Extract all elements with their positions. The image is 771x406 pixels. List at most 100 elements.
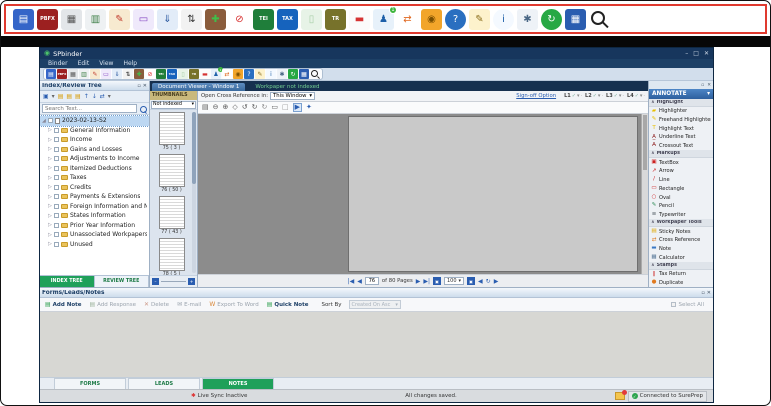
- tree-item[interactable]: ▷ Itemized Deductions: [40, 164, 149, 174]
- tab-forms[interactable]: FORMS: [54, 378, 126, 389]
- checkbox[interactable]: [54, 184, 59, 190]
- fit-width-icon[interactable]: □: [282, 104, 289, 111]
- move-up-icon[interactable]: ↑: [84, 93, 89, 100]
- add-response-button[interactable]: ▤ Add Response: [89, 301, 135, 308]
- menu-item[interactable]: Help: [123, 60, 137, 67]
- signoff-level[interactable]: L4 ✓ ▾ ·: [627, 93, 645, 99]
- tree-item[interactable]: ▷ Credits: [40, 183, 149, 193]
- move-down-icon[interactable]: ↓: [92, 93, 97, 100]
- pbfx-export-icon[interactable]: PBFX: [57, 69, 67, 79]
- checkbox[interactable]: [54, 203, 59, 209]
- annotate-row[interactable]: ∧ / Line: [649, 176, 713, 185]
- annotate-row[interactable]: ∧ ✎ Pencil: [649, 202, 713, 211]
- tab-index-tree[interactable]: INDEX TREE: [40, 276, 95, 287]
- reorder-pages-icon[interactable]: ⇅: [123, 69, 133, 79]
- checkbox[interactable]: [54, 222, 59, 228]
- rotate-right-icon[interactable]: ↻: [252, 104, 258, 111]
- folder-icon[interactable]: ▤: [75, 93, 81, 100]
- tree-item[interactable]: ▷ Adjustments to Income: [40, 154, 149, 164]
- annotate-row[interactable]: ∧ ↗ Arrow: [649, 167, 713, 176]
- signoff-level[interactable]: L3 ✓ ▾ ·: [606, 93, 624, 99]
- signoff-level[interactable]: L1 ✓ ▾ ·: [564, 93, 582, 99]
- lock-icon[interactable]: ◉: [233, 69, 243, 79]
- zoom-dropdown[interactable]: 100 ▾: [443, 277, 465, 285]
- collapse-all-icon[interactable]: ▤: [66, 93, 72, 100]
- annotate-row[interactable]: ∧ Markups: [649, 150, 713, 159]
- tei-icon[interactable]: TEI: [253, 8, 274, 30]
- annotate-row[interactable]: ∧ ≡ Typewriter: [649, 211, 713, 220]
- tr-icon[interactable]: TR: [189, 69, 199, 79]
- thumbnail-image[interactable]: [158, 196, 185, 229]
- tree-item[interactable]: ▷ Taxes: [40, 173, 149, 183]
- tree-item[interactable]: ▷ Unused: [40, 240, 149, 250]
- menu-item[interactable]: Edit: [78, 60, 90, 67]
- refresh-icon[interactable]: ↻: [486, 278, 491, 285]
- export-to-word-button[interactable]: W Export To Word: [209, 301, 258, 308]
- checkbox[interactable]: [54, 165, 59, 171]
- select-all-checkbox[interactable]: [671, 302, 677, 307]
- expander-icon[interactable]: ▷: [48, 194, 52, 200]
- tax-icon[interactable]: TAX: [277, 8, 298, 30]
- zoom-in-icon[interactable]: ⊕: [223, 104, 229, 111]
- annotate-row[interactable]: ∧ ● Duplicate: [649, 279, 713, 287]
- link-icon[interactable]: ⇄: [100, 93, 105, 100]
- save-icon[interactable]: ▤: [13, 8, 34, 30]
- annotate-row[interactable]: ∧ ▭ Rectangle: [649, 185, 713, 194]
- checkbox[interactable]: [54, 175, 59, 181]
- transfer-arrows-icon[interactable]: ⇄: [397, 8, 418, 30]
- send-to-screen-icon[interactable]: ▭: [133, 8, 154, 30]
- menu-item[interactable]: View: [99, 60, 113, 67]
- checkbox[interactable]: [54, 127, 59, 133]
- send-to-screen-icon[interactable]: ▭: [101, 69, 111, 79]
- annotate-row[interactable]: ∧ ○ Oval: [649, 193, 713, 202]
- thumbnail-zoom-out-icon[interactable]: –: [152, 278, 159, 285]
- checkbox[interactable]: [48, 118, 53, 124]
- help-icon[interactable]: ?: [244, 69, 254, 79]
- lock-icon[interactable]: ◉: [421, 8, 442, 30]
- expander-icon[interactable]: ▷: [48, 213, 52, 219]
- zoom-out-icon[interactable]: ⊖: [213, 104, 219, 111]
- menu-item[interactable]: Binder: [48, 60, 68, 67]
- delete-note-button[interactable]: ✕ Delete: [144, 301, 169, 308]
- tab-review-tree[interactable]: REVIEW TREE: [94, 276, 149, 287]
- print-preview-icon[interactable]: ▥: [79, 69, 89, 79]
- close-icon[interactable]: ✕: [707, 83, 711, 88]
- checkbox[interactable]: [54, 241, 59, 247]
- pin-icon[interactable]: ▫: [137, 83, 140, 89]
- tree-item[interactable]: ▷ Prior Year Information: [40, 221, 149, 231]
- first-page-icon[interactable]: |◀: [348, 278, 355, 285]
- annotate-row[interactable]: ∧ ▰ Highlighter: [649, 107, 713, 116]
- refresh-icon[interactable]: ↻: [262, 104, 268, 111]
- viewer-scrollbar[interactable]: [641, 114, 648, 274]
- checkbox[interactable]: [54, 194, 59, 200]
- sync-icon[interactable]: ↻: [288, 69, 298, 79]
- thumbnails-header[interactable]: THUMBNAILS: [150, 91, 197, 100]
- thumbnail-image[interactable]: [158, 238, 185, 271]
- workspace-grid-icon[interactable]: ▦: [299, 69, 309, 79]
- page-number-input[interactable]: [364, 277, 379, 285]
- tei-icon[interactable]: TEI: [156, 69, 166, 79]
- tab-notes[interactable]: NOTES: [202, 378, 274, 389]
- select-all-control[interactable]: Select All: [671, 302, 704, 308]
- annotate-row[interactable]: ∧ ⇄ Cross Reference: [649, 236, 713, 245]
- review-sheet-icon[interactable]: ✎: [90, 69, 100, 79]
- last-page-icon[interactable]: ▶|: [423, 278, 430, 285]
- restricted-icon[interactable]: ⊘: [229, 8, 250, 30]
- tree-item[interactable]: ▷ Payments & Extensions: [40, 192, 149, 202]
- workspace-grid-icon[interactable]: ▦: [565, 8, 586, 30]
- fit-page-icon[interactable]: ▭: [271, 104, 278, 111]
- binder-faded-icon[interactable]: ▯: [301, 8, 322, 30]
- page-thumbnail[interactable]: 76 ( 50 ): [158, 154, 185, 193]
- tree-item[interactable]: ▷ Gains and Losses: [40, 145, 149, 155]
- page-thumbnail[interactable]: 77 ( 43 ): [158, 196, 185, 235]
- prev-page-icon[interactable]: ◀: [357, 278, 362, 285]
- save-icon[interactable]: ▤: [46, 69, 56, 79]
- tree-item[interactable]: ▷ Unassociated Workpapers: [40, 230, 149, 240]
- thumbnail-image[interactable]: [158, 154, 185, 187]
- tab-workpaper-not-indexed[interactable]: Workpaper not indexed: [251, 83, 323, 91]
- user-notifications-icon[interactable]: ♟ 1: [211, 67, 223, 79]
- page-thumbnail[interactable]: 75 ( 3 ): [158, 112, 185, 151]
- review-sheet-icon[interactable]: ✎: [109, 8, 130, 30]
- signer-icon[interactable]: ✎: [255, 69, 265, 79]
- email-button[interactable]: ✉ E-mail: [177, 301, 201, 308]
